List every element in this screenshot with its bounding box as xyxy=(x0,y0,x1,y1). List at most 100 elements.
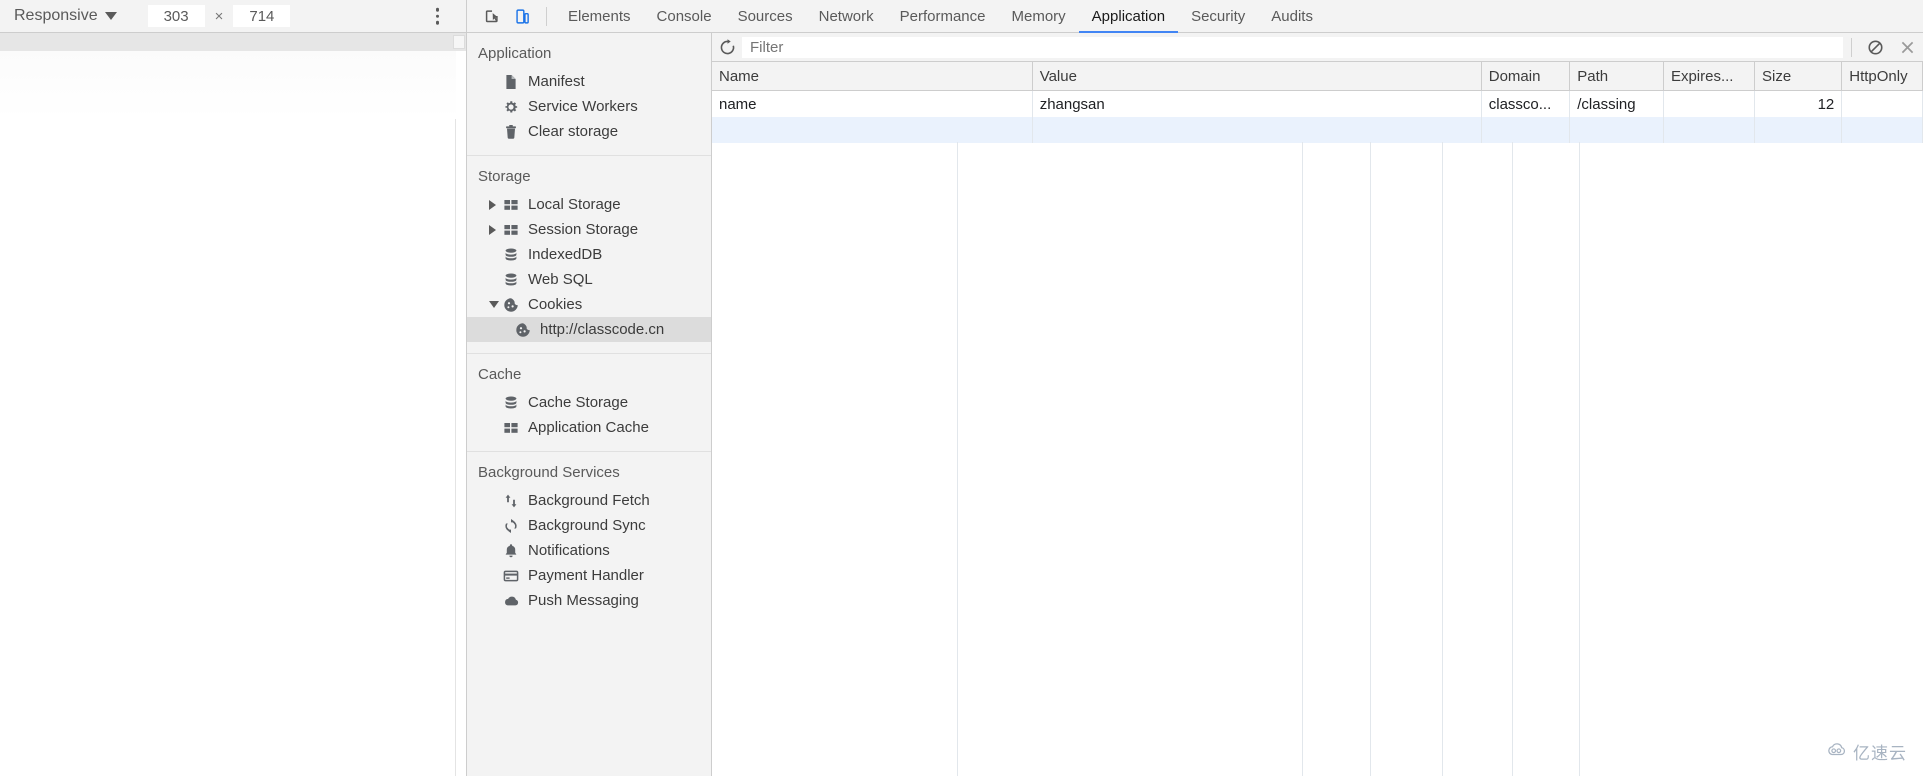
toggle-device-toolbar-icon[interactable] xyxy=(509,4,536,28)
sidebar-section-title: Storage xyxy=(467,166,711,192)
table-body: namezhangsanclassco.../classing 12 xyxy=(712,91,1923,144)
sidebar-item-label: Session Storage xyxy=(528,222,638,237)
tab-elements[interactable]: Elements xyxy=(555,0,644,33)
cloud-icon xyxy=(502,593,519,609)
tab-audits[interactable]: Audits xyxy=(1258,0,1326,33)
column-header-path[interactable]: Path xyxy=(1570,62,1664,91)
chevron-down-icon[interactable] xyxy=(489,301,502,308)
cell-name[interactable] xyxy=(712,117,1032,143)
sidebar-section: Storage Local Storage Session Storage Index… xyxy=(467,156,711,354)
chevron-right-icon[interactable] xyxy=(489,200,502,210)
tab-application[interactable]: Application xyxy=(1079,0,1178,33)
viewport-width-input[interactable] xyxy=(148,5,205,27)
table-row[interactable] xyxy=(712,117,1923,143)
devtools-tabbar: ElementsConsoleSourcesNetworkPerformance… xyxy=(467,0,1923,33)
cell-name[interactable]: name xyxy=(712,91,1032,118)
sidebar-section: Background ServicesBackground FetchBackg… xyxy=(467,452,711,624)
sidebar-item-label: Service Workers xyxy=(528,99,638,114)
column-header-httponly[interactable]: HttpOnly xyxy=(1842,62,1923,91)
sidebar-item-label: Clear storage xyxy=(528,124,618,139)
sidebar-item-indexeddb[interactable]: IndexedDB xyxy=(467,242,711,267)
sidebar-item-http-classcode-cn[interactable]: http://classcode.cn xyxy=(467,317,711,342)
tab-network[interactable]: Network xyxy=(806,0,887,33)
kebab-menu-icon[interactable] xyxy=(436,8,440,25)
scrollbar-thumb[interactable] xyxy=(453,35,465,49)
chevron-down-icon xyxy=(105,12,117,20)
cell-size[interactable]: 12 xyxy=(1755,91,1842,118)
sidebar-item-web-sql[interactable]: Web SQL xyxy=(467,267,711,292)
document-icon xyxy=(502,74,519,90)
tab-security[interactable]: Security xyxy=(1178,0,1258,33)
clear-all-cookies-icon[interactable] xyxy=(1859,39,1891,56)
sidebar-item-background-sync[interactable]: Background Sync xyxy=(467,513,711,538)
chevron-right-icon[interactable] xyxy=(489,225,502,235)
cell-httponly[interactable] xyxy=(1842,117,1923,143)
cell-value[interactable] xyxy=(1032,117,1481,143)
cookies-table-container[interactable]: NameValueDomainPathExpires...SizeHttpOnl… xyxy=(712,62,1923,776)
sidebar-item-manifest[interactable]: Manifest xyxy=(467,69,711,94)
tab-memory[interactable]: Memory xyxy=(999,0,1079,33)
column-header-size[interactable]: Size xyxy=(1755,62,1842,91)
tab-console[interactable]: Console xyxy=(644,0,725,33)
refresh-icon[interactable] xyxy=(712,39,742,56)
tab-performance[interactable]: Performance xyxy=(887,0,999,33)
cell-expires[interactable] xyxy=(1663,117,1754,143)
cell-path[interactable] xyxy=(1570,117,1664,143)
cookie-icon xyxy=(502,297,519,313)
cell-size[interactable] xyxy=(1755,117,1842,143)
sidebar-item-local-storage[interactable]: Local Storage xyxy=(467,192,711,217)
cookies-toolbar xyxy=(712,33,1923,62)
table-icon xyxy=(502,420,519,436)
sidebar-item-application-cache[interactable]: Application Cache xyxy=(467,415,711,440)
sidebar-item-label: Background Sync xyxy=(528,518,646,533)
application-panel: ApplicationManifestService WorkersClear … xyxy=(467,33,1923,776)
table-icon xyxy=(502,222,519,238)
device-emulation-toolbar: Responsive × xyxy=(0,0,466,33)
sidebar-item-label: Local Storage xyxy=(528,197,621,212)
cell-httponly[interactable] xyxy=(1842,91,1923,118)
tab-sources[interactable]: Sources xyxy=(725,0,806,33)
sidebar-item-clear-storage[interactable]: Clear storage xyxy=(467,119,711,144)
table-row[interactable]: namezhangsanclassco.../classing 12 xyxy=(712,91,1923,118)
column-header-name[interactable]: Name xyxy=(712,62,1032,91)
filter-input[interactable] xyxy=(742,37,1843,58)
bell-icon xyxy=(502,543,519,559)
viewport-height-input[interactable] xyxy=(233,5,290,27)
database-icon xyxy=(502,395,519,411)
credit-card-icon xyxy=(502,568,519,584)
gear-icon xyxy=(502,99,519,115)
sidebar-item-background-fetch[interactable]: Background Fetch xyxy=(467,488,711,513)
page-content-top xyxy=(0,51,456,119)
sidebar-section-title: Cache xyxy=(467,364,711,390)
sidebar-item-session-storage[interactable]: Session Storage xyxy=(467,217,711,242)
sidebar-sections: ApplicationManifestService WorkersClear … xyxy=(467,33,711,624)
sidebar-item-notifications[interactable]: Notifications xyxy=(467,538,711,563)
cookie-icon xyxy=(514,322,531,338)
sidebar-item-payment-handler[interactable]: Payment Handler xyxy=(467,563,711,588)
devtools-window: ElementsConsoleSourcesNetworkPerformance… xyxy=(466,0,1923,776)
cell-path[interactable]: /classing xyxy=(1570,91,1664,118)
sidebar-section: CacheCache Storage Application Cache xyxy=(467,354,711,452)
sidebar-item-cache-storage[interactable]: Cache Storage xyxy=(467,390,711,415)
device-preset-dropdown[interactable]: Responsive xyxy=(14,7,117,25)
column-header-domain[interactable]: Domain xyxy=(1481,62,1570,91)
column-header-value[interactable]: Value xyxy=(1032,62,1481,91)
table-empty-area xyxy=(712,142,1923,776)
arrows-updown-icon xyxy=(502,493,519,509)
column-header-expires[interactable]: Expires... xyxy=(1663,62,1754,91)
cookies-view: NameValueDomainPathExpires...SizeHttpOnl… xyxy=(712,33,1923,776)
sidebar-item-cookies[interactable]: Cookies xyxy=(467,292,711,317)
cell-value[interactable]: zhangsan xyxy=(1032,91,1481,118)
cell-domain[interactable] xyxy=(1481,117,1570,143)
sidebar-section: ApplicationManifestService WorkersClear … xyxy=(467,33,711,156)
inspect-element-icon[interactable] xyxy=(479,4,506,28)
cell-expires[interactable] xyxy=(1663,91,1754,118)
database-icon xyxy=(502,272,519,288)
sidebar-item-label: Notifications xyxy=(528,543,610,558)
delete-selected-cookie-icon[interactable] xyxy=(1891,39,1923,56)
cell-domain[interactable]: classco... xyxy=(1481,91,1570,118)
sidebar-item-label: Application Cache xyxy=(528,420,649,435)
sidebar-item-service-workers[interactable]: Service Workers xyxy=(467,94,711,119)
sidebar-item-push-messaging[interactable]: Push Messaging xyxy=(467,588,711,613)
viewport-horizontal-scrollbar[interactable] xyxy=(0,33,466,51)
